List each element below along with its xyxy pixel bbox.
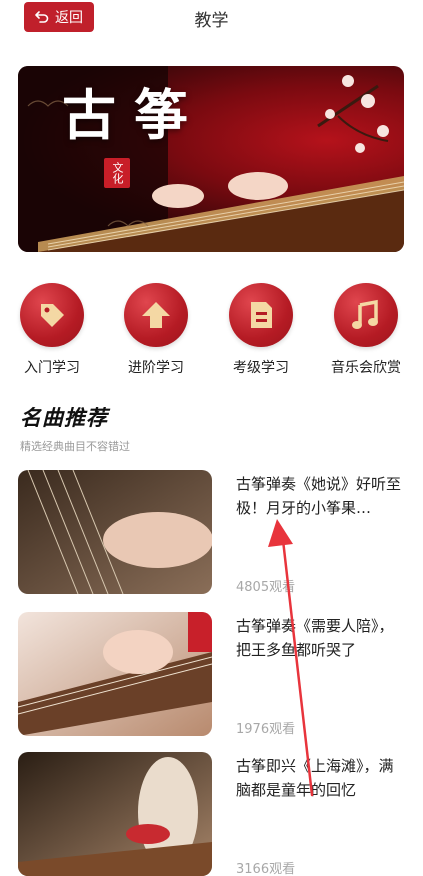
video-title: 古筝即兴《上海滩》，满脑都是童年的回忆 [236, 757, 394, 799]
video-list-item[interactable]: 古筝弹奏《她说》好听至极！月牙的小筝果… 4805观看 [18, 470, 408, 596]
music-note-icon [352, 299, 378, 329]
top-bar: 返回 教学 [0, 0, 423, 40]
tag-icon [41, 304, 64, 327]
category-label: 进阶学习 [128, 360, 184, 376]
video-list-item[interactable]: 古筝弹奏《需要人陪》，把王多鱼都听哭了 1976观看 [18, 612, 408, 738]
category-icon-circle [229, 283, 293, 347]
view-count: 3166观看 [236, 862, 296, 876]
view-count: 1976观看 [236, 722, 296, 737]
category-icon-circle [334, 283, 398, 347]
category-exam[interactable]: 考级学习 [216, 283, 306, 377]
video-thumbnail [18, 612, 212, 736]
video-title: 古筝弹奏《需要人陪》，把王多鱼都听哭了 [236, 617, 394, 659]
video-thumbnail [18, 470, 212, 594]
view-count: 4805观看 [236, 580, 296, 595]
category-label: 考级学习 [233, 360, 289, 376]
category-icon-circle [124, 283, 188, 347]
category-label: 音乐会欣赏 [331, 360, 401, 376]
document-icon [251, 302, 272, 328]
page-title: 教学 [194, 11, 229, 31]
banner-seal: 文化 [104, 158, 130, 188]
guzheng-banner[interactable]: 古筝 文化 [18, 66, 404, 252]
section-title-text: 名曲推荐 [20, 406, 108, 430]
arrow-up-icon [142, 302, 170, 328]
section-title: 名曲推荐 [20, 400, 118, 432]
category-advanced[interactable]: 进阶学习 [111, 283, 201, 377]
video-title: 古筝弹奏《她说》好听至极！月牙的小筝果… [236, 475, 402, 517]
category-label: 入门学习 [24, 360, 80, 376]
video-list-item[interactable]: 古筝即兴《上海滩》，满脑都是童年的回忆 3166观看 [18, 752, 408, 876]
category-concert[interactable]: 音乐会欣赏 [321, 283, 411, 377]
category-icon-circle [20, 283, 84, 347]
banner-title: 古筝 [62, 83, 206, 147]
category-beginner[interactable]: 入门学习 [7, 283, 97, 377]
section-subtitle: 精选经典曲目不容错过 [20, 440, 130, 453]
video-thumbnail [18, 752, 212, 876]
category-row: 入门学习 进阶学习 考级学习 音乐会欣赏 [0, 283, 423, 383]
